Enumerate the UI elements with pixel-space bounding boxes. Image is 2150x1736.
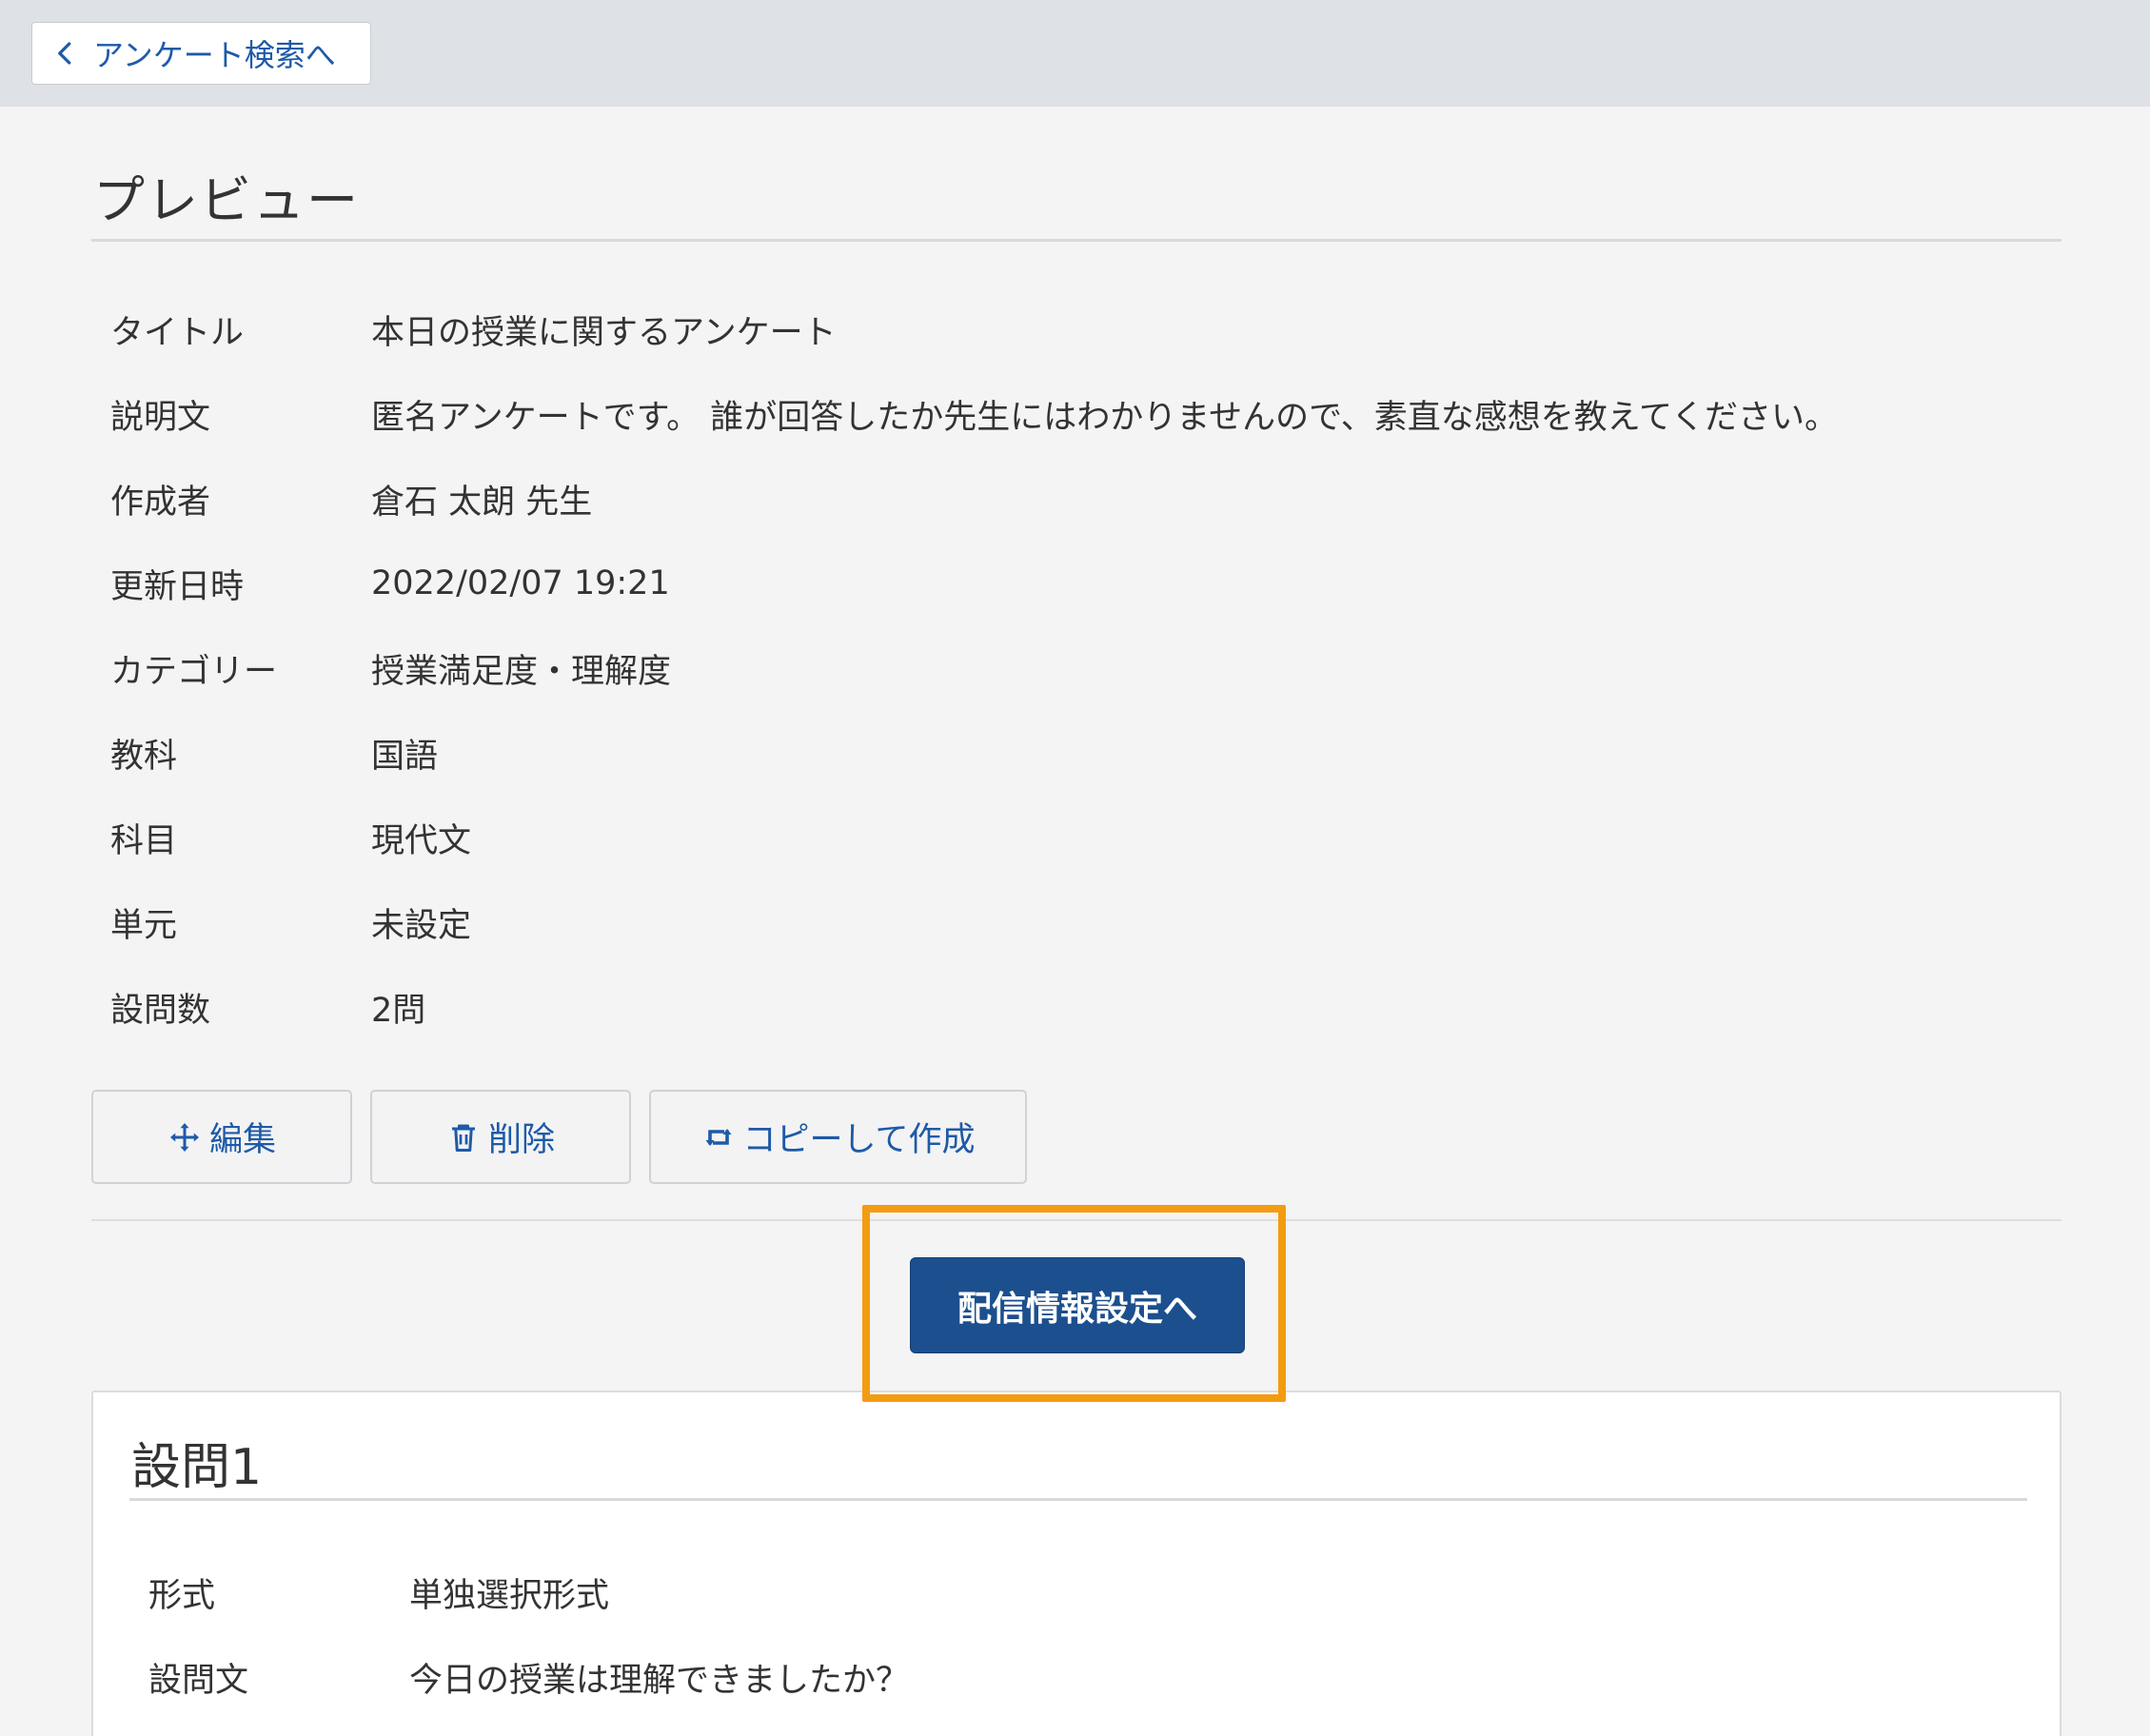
- question-title: 設問1: [131, 1439, 263, 1496]
- info-label: 作成者: [110, 483, 211, 522]
- page-title: プレビュー: [93, 170, 360, 230]
- info-value: 未設定: [371, 906, 472, 945]
- delete-button[interactable]: 削除: [370, 1090, 631, 1184]
- copy-create-button[interactable]: コピーして作成: [649, 1090, 1027, 1184]
- info-label: 単元: [110, 906, 178, 945]
- question-title-divider: [129, 1498, 2027, 1501]
- info-label: タイトル: [110, 313, 245, 352]
- info-label: 設問数: [110, 991, 211, 1030]
- title-divider: [91, 239, 2061, 242]
- info-value: 授業満足度・理解度: [371, 652, 672, 691]
- info-label: 科目: [110, 821, 178, 860]
- copy-create-button-label: コピーして作成: [742, 1121, 976, 1159]
- survey-preview-page: アンケート検索へ プレビュー タイトル 本日の授業に関するアンケート 説明文 匿…: [0, 0, 2150, 1736]
- question-info-label: 設問文: [148, 1661, 249, 1700]
- retweet-icon: [705, 1128, 732, 1146]
- move-arrows-icon: [169, 1122, 199, 1152]
- info-label: カテゴリー: [110, 652, 278, 691]
- info-label: 更新日時: [110, 567, 245, 606]
- info-value: 2022/02/07 19:21: [371, 564, 670, 602]
- go-to-delivery-settings-button[interactable]: 配信情報設定へ: [910, 1257, 1245, 1353]
- info-value: 本日の授業に関するアンケート: [371, 313, 837, 352]
- info-value: 国語: [371, 737, 439, 776]
- trash-icon: [451, 1124, 475, 1152]
- question-info-value: 今日の授業は理解できましたか？: [409, 1661, 910, 1700]
- question-info-value: 単独選択形式: [409, 1576, 610, 1615]
- question-card: 設問1 形式 単独選択形式 設問文 今日の授業は理解できましたか？: [91, 1391, 2061, 1736]
- info-label: 説明文: [110, 398, 211, 437]
- top-bar: アンケート検索へ: [0, 0, 2150, 107]
- info-value: 倉石 太朗 先生: [371, 483, 593, 522]
- edit-button[interactable]: 編集: [91, 1090, 352, 1184]
- delete-button-label: 削除: [487, 1121, 555, 1159]
- info-value: 匿名アンケートです。 誰が回答したか先生にはわかりませんので、素直な感想を教えて…: [371, 398, 1838, 437]
- info-value: 2問: [371, 991, 426, 1030]
- question-info-label: 形式: [148, 1576, 216, 1615]
- info-label: 教科: [110, 737, 178, 776]
- edit-button-label: 編集: [208, 1121, 276, 1159]
- info-value: 現代文: [371, 821, 472, 860]
- back-to-survey-search-button[interactable]: アンケート検索へ: [31, 22, 371, 85]
- back-button-label: アンケート検索へ: [93, 37, 336, 73]
- chevron-left-icon: [58, 42, 71, 65]
